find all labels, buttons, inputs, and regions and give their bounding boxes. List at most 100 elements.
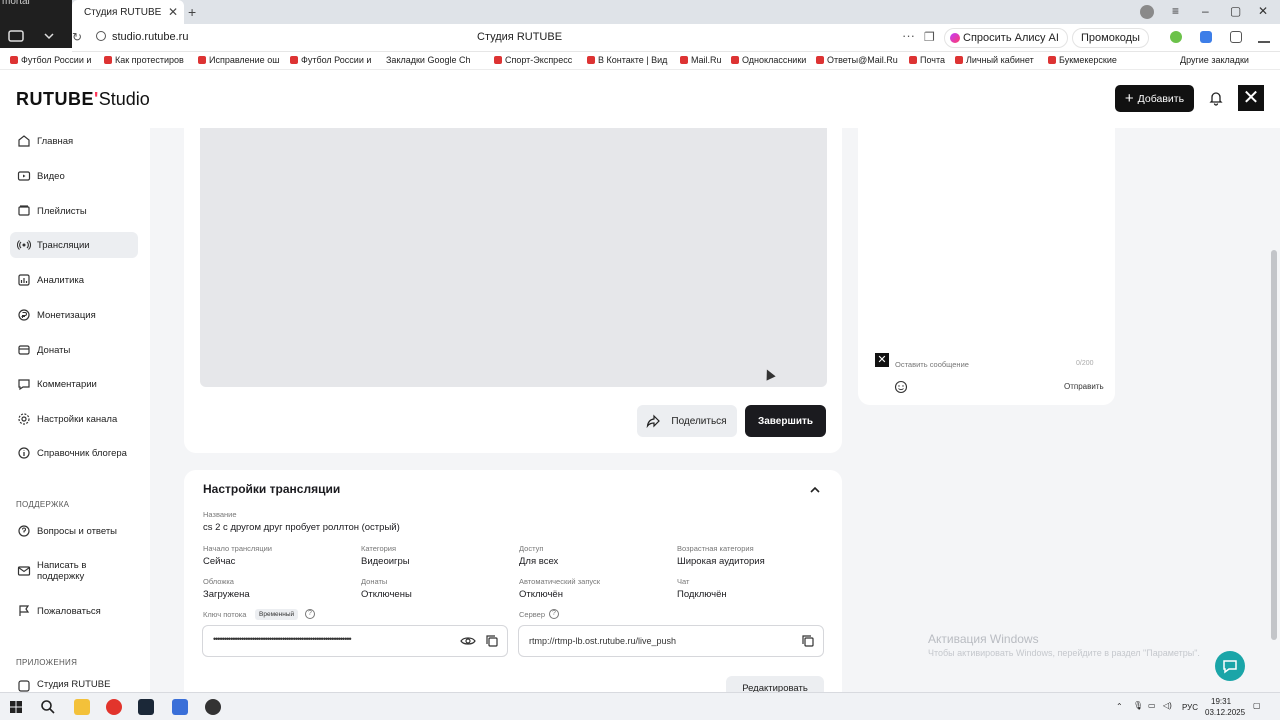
sidebar-item-monetization[interactable]: Монетизация (10, 302, 138, 328)
server-label: Сервер (519, 610, 546, 619)
stream-player[interactable] (200, 128, 827, 387)
help-icon[interactable]: ? (305, 609, 315, 619)
sidebar-item-studio-app[interactable]: Студия RUTUBE (10, 676, 138, 692)
user-avatar[interactable]: ✕ (1238, 85, 1264, 111)
cover-value: Загружена (203, 589, 250, 600)
sidebar-item-blogger-guide[interactable]: Справочник блогера (10, 440, 138, 466)
chevron-down-icon[interactable] (44, 32, 54, 40)
bookmark-item[interactable]: Одноклассники (731, 55, 806, 65)
tray-chevron-icon[interactable]: ⌃ (1116, 702, 1123, 711)
sidebar-item-playlists[interactable]: Плейлисты (10, 198, 138, 224)
alice-button[interactable]: Спросить Алису AI (944, 28, 1068, 48)
share-button[interactable]: Поделиться (637, 405, 737, 437)
browser-tabbar: mortal Студия RUTUBE ✕ + ≡ – ▢ ✕ (0, 0, 1280, 48)
chevron-up-icon[interactable] (808, 483, 822, 497)
screen-capture-icon[interactable] (8, 30, 26, 42)
tab-rutube-studio[interactable]: Студия RUTUBE ✕ (72, 0, 184, 24)
chat-message-input[interactable] (895, 356, 1105, 372)
sidebar-item-comments[interactable]: Комментарии (10, 371, 138, 397)
sidebar-item-label: Справочник блогера (37, 447, 127, 459)
sidebar-item-broadcasts[interactable]: Трансляции (10, 232, 138, 258)
sidebar-item-report[interactable]: Пожаловаться (10, 598, 138, 624)
url-field[interactable]: studio.rutube.ru (112, 31, 188, 43)
file-explorer-icon[interactable] (74, 699, 90, 715)
name-value: cs 2 с другом друг пробует роллтон (остр… (203, 522, 400, 533)
rutube-studio-logo[interactable]: RUTUBE'Studio (16, 89, 150, 110)
sidebar-item-label: Комментарии (37, 378, 97, 390)
new-tab-icon[interactable]: + (188, 4, 196, 20)
chat-send-button[interactable]: Отправить (1064, 382, 1104, 391)
copy-icon[interactable] (801, 634, 815, 648)
copy-icon[interactable] (485, 634, 499, 648)
other-bookmarks[interactable]: Другие закладки (1180, 55, 1249, 65)
clock-date[interactable]: 03.12.2025 (1205, 708, 1245, 717)
home-icon (18, 135, 30, 147)
sidebar-item-faq[interactable]: Вопросы и ответы (10, 518, 138, 544)
stream-key-label: Ключ потока (203, 610, 247, 619)
network-icon[interactable]: ▭ (1148, 701, 1156, 710)
bookmark-item[interactable]: Ответы@Mail.Ru (816, 55, 898, 65)
page-scrollbar[interactable] (1271, 250, 1277, 640)
sidebar-item-channel-settings[interactable]: Настройки канала (10, 406, 138, 432)
yandex-browser-icon[interactable] (106, 699, 122, 715)
sidebar-item-donates[interactable]: Донаты (10, 337, 138, 363)
donates-value: Отключены (361, 589, 412, 600)
bookmark-item[interactable]: Букмекерские (1048, 55, 1117, 65)
server-field[interactable]: rtmp://rtmp-lb.ost.rutube.ru/live_push (518, 625, 824, 657)
bookmark-item[interactable]: Личный кабинет (955, 55, 1034, 65)
window-close-icon[interactable]: ✕ (1258, 4, 1268, 18)
app-taskbar-icon[interactable] (172, 699, 188, 715)
bookmark-item[interactable]: Футбол России и (10, 55, 91, 65)
minimize-icon[interactable]: – (1202, 4, 1209, 18)
bookmark-item[interactable]: Футбол России и (290, 55, 371, 65)
more-icon[interactable]: ··· (902, 28, 915, 43)
microphone-icon[interactable]: 🎙 (1133, 701, 1143, 710)
bookmark-item[interactable]: Спорт-Экспресс (494, 55, 572, 65)
obs-icon[interactable] (205, 699, 221, 715)
sidebar-item-write-support[interactable]: Написать в поддержку (10, 555, 138, 587)
gear-icon (18, 413, 30, 425)
support-chat-button[interactable] (1215, 651, 1245, 681)
profile-avatar[interactable] (1140, 5, 1154, 19)
bookmark-item[interactable]: В Контакте | Вид (587, 55, 667, 65)
autostart-value: Отключён (519, 589, 563, 600)
clock-time[interactable]: 19:31 (1211, 697, 1231, 706)
help-icon[interactable]: ? (549, 609, 559, 619)
tabs-icon[interactable] (1230, 31, 1242, 43)
extension-icon[interactable] (1170, 31, 1182, 43)
bookmark-icon[interactable]: ❐ (924, 30, 935, 44)
bookmark-item[interactable]: Исправление ош (198, 55, 279, 65)
maximize-icon[interactable]: ▢ (1230, 4, 1241, 18)
menu-icon[interactable]: ≡ (1172, 4, 1179, 18)
stream-settings-card (184, 470, 842, 710)
emoji-icon[interactable] (894, 380, 908, 394)
eye-icon[interactable] (460, 634, 476, 648)
help-circle-icon (18, 525, 30, 537)
notifications-icon[interactable]: ▢ (1253, 701, 1261, 710)
chat-label: Чат (677, 577, 690, 586)
sidebar-item-analytics[interactable]: Аналитика (10, 267, 138, 293)
volume-icon[interactable]: ◁) (1163, 701, 1172, 710)
reload-icon[interactable]: ↻ (72, 30, 82, 44)
promo-button[interactable]: Промокоды (1072, 28, 1149, 48)
search-icon[interactable] (40, 699, 56, 715)
site-info-icon[interactable] (96, 31, 106, 41)
language-indicator[interactable]: РУС (1182, 703, 1198, 712)
comments-icon (18, 379, 30, 391)
steam-icon[interactable] (138, 699, 154, 715)
left-app-tiles[interactable]: mortal (0, 0, 72, 48)
bell-icon[interactable] (1208, 90, 1224, 106)
close-icon[interactable]: ✕ (168, 5, 178, 19)
bookmark-item[interactable]: Mail.Ru (680, 55, 722, 65)
bookmark-item[interactable]: Почта (909, 55, 945, 65)
download-icon[interactable] (1258, 31, 1270, 43)
translate-icon[interactable] (1200, 31, 1212, 43)
bookmark-item[interactable]: Как протестиров (104, 55, 184, 65)
windows-start-icon[interactable] (10, 701, 22, 713)
bookmark-item[interactable]: Закладки Google Ch (386, 55, 470, 65)
sidebar-item-home[interactable]: Главная (10, 128, 138, 154)
sidebar-item-video[interactable]: Видео (10, 163, 138, 189)
stream-key-field[interactable]: ••••••••••••••••••••••••••••••••••••••••… (202, 625, 508, 657)
finish-stream-button[interactable]: Завершить (745, 405, 826, 437)
add-button[interactable]: + Добавить (1115, 85, 1194, 112)
